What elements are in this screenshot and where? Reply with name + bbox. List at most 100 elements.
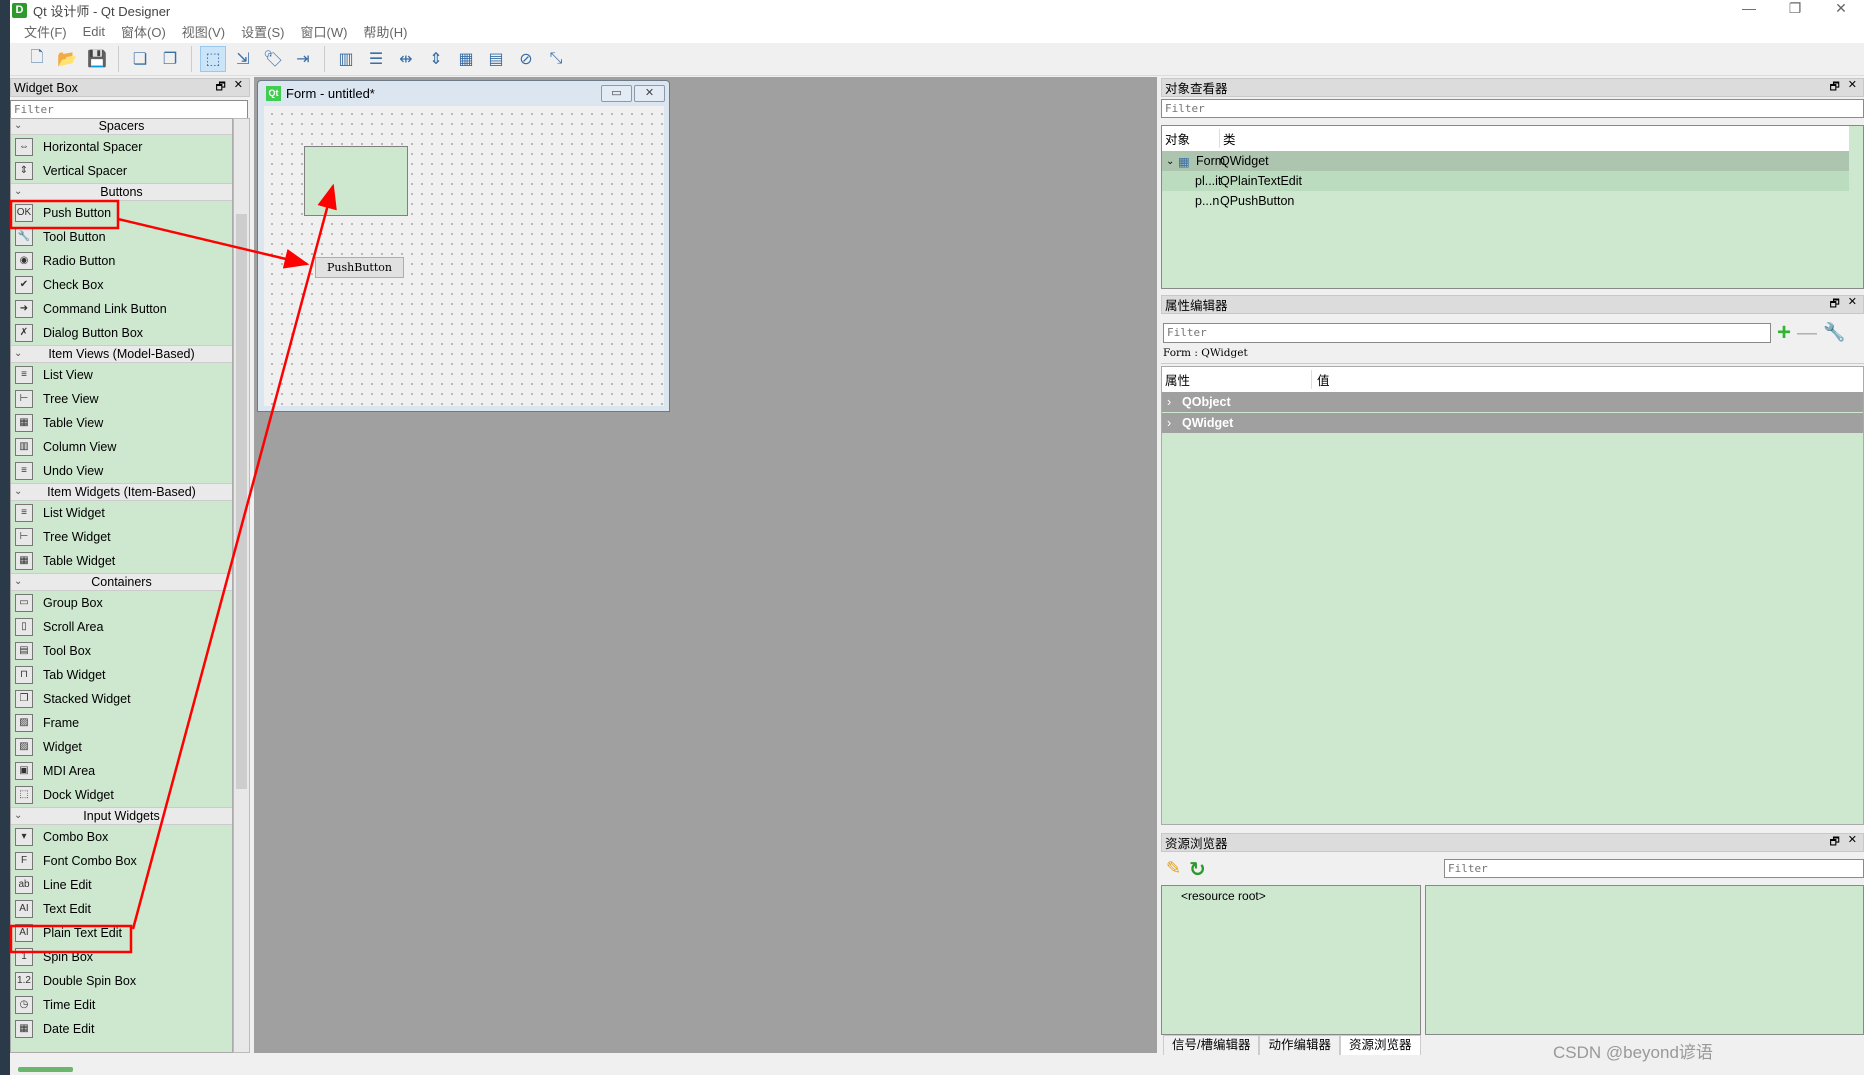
group-qwidget[interactable]: › QWidget [1162,413,1863,434]
widget-item[interactable]: ✗ Dialog Button Box [11,321,232,345]
menu-item[interactable]: 窗体(O) [121,22,166,41]
widget-filter-input[interactable] [10,100,248,119]
scrollbar-thumb[interactable] [236,214,247,789]
float-icon[interactable]: 🗗 [1829,833,1839,852]
widget-item[interactable]: ▦ Table View [11,411,232,435]
edit-widgets-icon[interactable]: ⬚ [200,46,226,72]
close-icon[interactable]: ✕ [1848,295,1857,314]
widget-item[interactable]: ▨ Frame [11,711,232,735]
menu-item[interactable]: 帮助(H) [363,22,407,41]
category-header[interactable]: ⌄ Containers [11,573,232,591]
widget-item[interactable]: ≡ List View [11,363,232,387]
widget-item[interactable]: F Font Combo Box [11,849,232,873]
widget-item[interactable]: ◷ Time Edit [11,993,232,1017]
close-icon[interactable]: ✕ [234,78,243,97]
splitter-horizontal-icon[interactable]: ⇹ [393,46,419,72]
adjust-size-icon[interactable]: ⤡ [543,46,569,72]
widget-item[interactable]: ≡ Undo View [11,459,232,483]
menu-item[interactable]: 文件(F) [24,22,67,41]
widget-item[interactable]: ⬚ Dock Widget [11,783,232,807]
widget-item[interactable]: ▥ Column View [11,435,232,459]
widget-item[interactable]: ➜ Command Link Button [11,297,232,321]
new-file-icon[interactable]: 🗋 [24,46,50,72]
widget-item[interactable]: ▯ Scroll Area [11,615,232,639]
widget-item[interactable]: OK Push Button [11,201,232,225]
column-object[interactable]: 对象 [1162,129,1220,148]
tree-row-form[interactable]: ⌄ ▦ Form QWidget [1162,151,1849,171]
edit-signals-slots-icon[interactable]: ⇲ [230,46,256,72]
float-icon[interactable]: 🗗 [215,78,225,97]
widget-item[interactable]: 1.2 Double Spin Box [11,969,232,993]
group-qobject[interactable]: › QObject [1162,392,1863,413]
widget-item[interactable]: ▾ Combo Box [11,825,232,849]
widget-item[interactable]: ❐ Stacked Widget [11,687,232,711]
float-icon[interactable]: 🗗 [1829,78,1839,97]
open-folder-icon[interactable]: 📂 [54,46,80,72]
property-filter-input[interactable] [1163,322,1771,343]
tree-row[interactable]: pl...it QPlainTextEdit [1162,171,1849,191]
form-minimize-button[interactable]: ▭ [601,85,632,102]
tab-resource-browser[interactable]: 资源浏览器 [1340,1035,1421,1056]
configure-wrench-icon[interactable]: 🔧 [1823,322,1845,343]
category-header[interactable]: ⌄ Buttons [11,183,232,201]
expand-chevron-icon[interactable]: ⌄ [1162,156,1178,167]
close-icon[interactable]: ✕ [1848,78,1857,97]
layout-vertical-icon[interactable]: ☰ [363,46,389,72]
edit-tab-order-icon[interactable]: ⇥ [290,46,316,72]
form-window[interactable]: Qt Form - untitled* ▭ ✕ PushButton [257,80,670,412]
close-icon[interactable]: ✕ [1848,833,1857,852]
category-header[interactable]: ⌄ Item Views (Model-Based) [11,345,232,363]
widget-item[interactable]: ✔ Check Box [11,273,232,297]
widget-item[interactable]: 1 Spin Box [11,945,232,969]
float-icon[interactable]: 🗗 [1829,295,1839,314]
layout-grid-icon[interactable]: ▦ [453,46,479,72]
tab-signal-slot-editor[interactable]: 信号/槽编辑器 [1163,1035,1260,1056]
column-value[interactable]: 值 [1312,370,1330,389]
layout-horizontal-icon[interactable]: ▥ [333,46,359,72]
push-button-widget[interactable]: PushButton [315,257,404,278]
bring-to-front-icon[interactable]: ❐ [157,46,183,72]
resource-filter-input[interactable] [1444,859,1864,878]
menu-item[interactable]: 设置(S) [241,22,284,41]
maximize-button[interactable]: ❐ [1772,0,1818,20]
object-filter-input[interactable] [1161,99,1864,118]
menu-item[interactable]: 窗口(W) [300,22,347,41]
widget-item[interactable]: AI Text Edit [11,897,232,921]
category-header[interactable]: ⌄ Item Widgets (Item-Based) [11,483,232,501]
plain-text-edit-widget[interactable] [304,146,408,216]
minimize-button[interactable]: — [1726,0,1772,20]
widget-item[interactable]: AI Plain Text Edit [11,921,232,945]
widget-item[interactable]: ▭ Group Box [11,591,232,615]
tree-row[interactable]: p...n QPushButton [1162,191,1863,211]
category-header[interactable]: ⌄ Input Widgets [11,807,232,825]
remove-property-icon[interactable]: — [1797,323,1817,343]
widget-item[interactable]: ⊢ Tree View [11,387,232,411]
save-icon[interactable]: 💾 [84,46,110,72]
close-button[interactable]: ✕ [1818,0,1864,20]
widget-item[interactable]: ab Line Edit [11,873,232,897]
widget-item[interactable]: ▣ MDI Area [11,759,232,783]
layout-form-icon[interactable]: ▤ [483,46,509,72]
add-property-icon[interactable]: + [1777,320,1791,344]
menu-item[interactable]: 视图(V) [182,22,225,41]
tab-action-editor[interactable]: 动作编辑器 [1259,1035,1340,1056]
splitter-vertical-icon[interactable]: ⇕ [423,46,449,72]
widget-item[interactable]: ⇔ Horizontal Spacer [11,135,232,159]
send-to-back-icon[interactable]: ❏ [127,46,153,72]
column-class[interactable]: 类 [1220,129,1236,148]
column-property[interactable]: 属性 [1162,370,1312,389]
break-layout-icon[interactable]: ⊘ [513,46,539,72]
widget-item[interactable]: ≡ List Widget [11,501,232,525]
edit-resources-pencil-icon[interactable]: ✎ [1166,858,1181,879]
widget-item[interactable]: ▤ Tool Box [11,639,232,663]
reload-icon[interactable]: ↻ [1189,857,1206,882]
resource-root-item[interactable]: <resource root> [1162,886,1420,903]
widget-item[interactable]: ⊢ Tree Widget [11,525,232,549]
widget-item[interactable]: ▦ Table Widget [11,549,232,573]
widget-list-scrollbar[interactable] [233,118,250,1053]
form-close-button[interactable]: ✕ [634,85,665,102]
form-canvas[interactable]: PushButton [264,106,664,406]
widget-item[interactable]: ⇕ Vertical Spacer [11,159,232,183]
edit-buddies-icon[interactable]: 🏷 [260,46,286,72]
menu-item[interactable]: Edit [83,24,105,39]
